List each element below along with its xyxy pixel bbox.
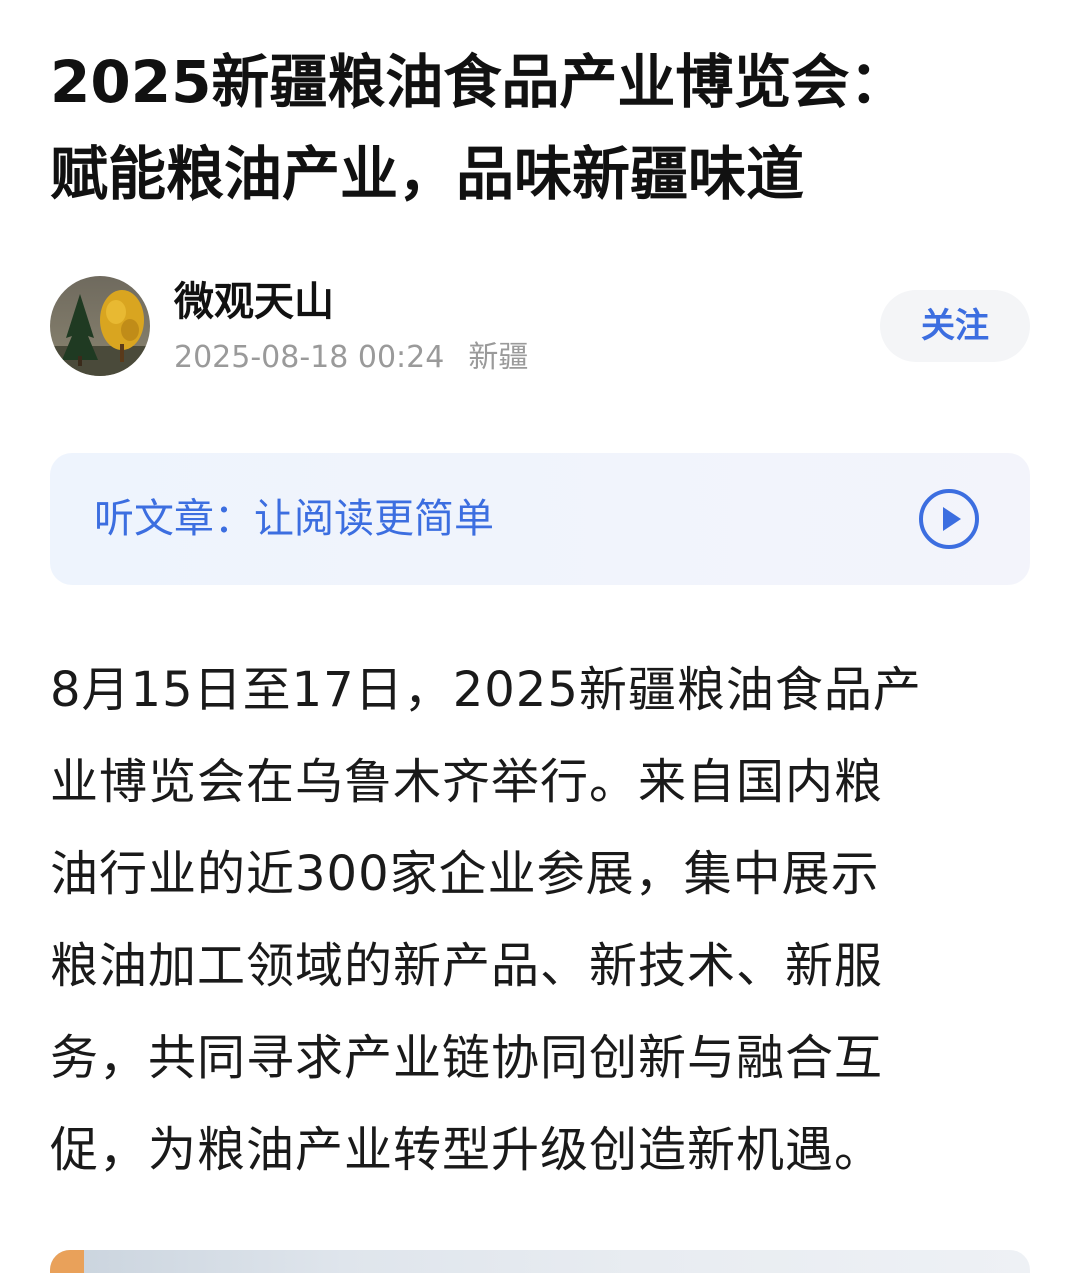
author-avatar[interactable] — [50, 276, 150, 376]
article-page: 2025新疆粮油食品产业博览会： 赋能粮油产业，品味新疆味道 微观天山 2025… — [0, 0, 1080, 1273]
article-image-preview[interactable] — [50, 1250, 1030, 1273]
publish-date: 2025-08-18 00:24 — [174, 340, 445, 375]
listen-article-label: 听文章：让阅读更简单 — [94, 496, 494, 542]
tree-landscape-avatar-icon — [50, 276, 150, 376]
article-meta: 2025-08-18 00:24 新疆 — [174, 338, 528, 378]
article-title-line-2: 赋能粮油产业，品味新疆味道 — [50, 140, 805, 208]
image-color-spot — [50, 1250, 84, 1273]
body-line: 8月15日至17日，2025新疆粮油食品产 — [50, 662, 922, 718]
article-title-line-1: 2025新疆粮油食品产业博览会： — [50, 48, 908, 116]
article-body: 8月15日至17日，2025新疆粮油食品产 业博览会在乌鲁木齐举行。来自国内粮 … — [50, 644, 1035, 1196]
author-name[interactable]: 微观天山 — [174, 276, 334, 328]
publish-location: 新疆 — [468, 340, 529, 375]
body-line: 粮油加工领域的新产品、新技术、新服 — [50, 938, 884, 994]
body-line: 油行业的近300家企业参展，集中展示 — [50, 846, 880, 902]
body-line: 业博览会在乌鲁木齐举行。来自国内粮 — [50, 754, 884, 810]
listen-article-bar[interactable]: 听文章：让阅读更简单 — [50, 453, 1030, 585]
play-circle-icon[interactable] — [918, 488, 980, 550]
body-line: 促，为粮油产业转型升级创造新机遇。 — [50, 1122, 884, 1178]
article-title: 2025新疆粮油食品产业博览会： 赋能粮油产业，品味新疆味道 — [50, 36, 1040, 220]
follow-button[interactable]: 关注 — [880, 290, 1030, 362]
author-row: 微观天山 2025-08-18 00:24 新疆 关注 — [50, 276, 1030, 378]
body-line: 务，共同寻求产业链协同创新与融合互 — [50, 1030, 884, 1086]
